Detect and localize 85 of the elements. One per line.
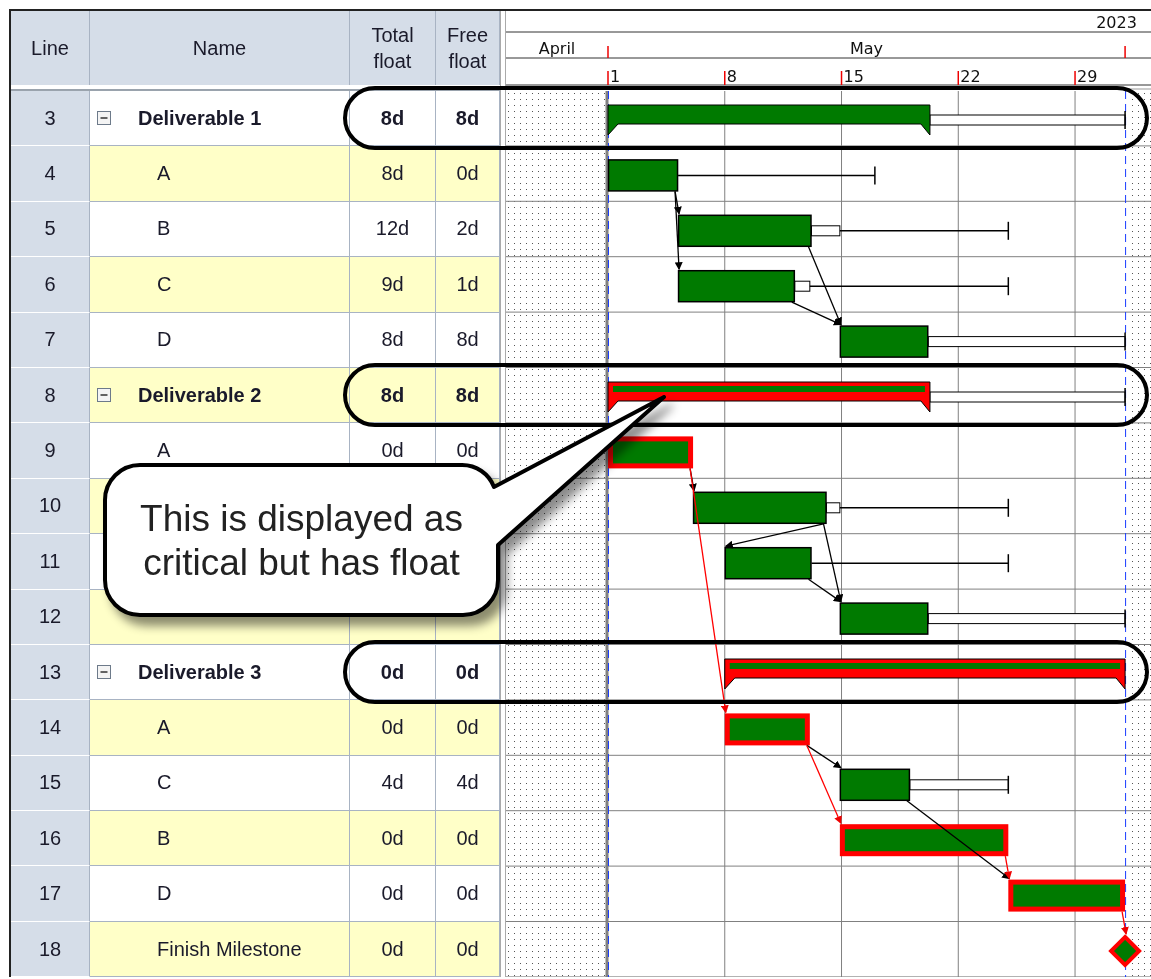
table-cell: 0d (350, 811, 436, 867)
table-cell: 0d (436, 921, 500, 978)
table-cell: 8d (350, 91, 436, 147)
year-label: 2023 (1096, 13, 1137, 32)
day-label: 1 (610, 67, 621, 86)
free-float-bar (811, 225, 841, 237)
table-cell: 12d (350, 201, 436, 258)
table-cell: 0d (436, 644, 500, 701)
task-name: D (157, 328, 172, 352)
table-cell: 0d (350, 866, 436, 922)
day-label: 22 (960, 67, 981, 86)
float-end-tick (1124, 387, 1126, 407)
table-cell: 0d (436, 866, 500, 922)
month-label: April (538, 39, 576, 58)
task-bar[interactable] (608, 436, 694, 469)
line-number: 10 (11, 478, 90, 535)
line-number: 8 (11, 367, 90, 424)
line-number: 14 (11, 700, 90, 756)
collapse-icon[interactable] (97, 665, 111, 680)
task-name: Deliverable 1 (138, 106, 262, 130)
line-number: 6 (11, 257, 90, 313)
free-float-bar (794, 280, 811, 292)
task-bar[interactable] (839, 768, 911, 802)
dependency-arrow (1120, 910, 1129, 935)
column-header[interactable]: Free float (436, 11, 500, 85)
table-cell: 4d (436, 755, 500, 812)
task-name: A (157, 162, 171, 186)
free-float-bar (826, 502, 841, 514)
task-name: D (157, 882, 172, 906)
callout-text: This is displayed as critical but has float (139, 496, 464, 585)
column-header[interactable]: Name (90, 11, 350, 85)
table-cell: 4d (350, 755, 436, 812)
day-label: 8 (726, 67, 737, 86)
task-name: A (157, 716, 171, 739)
line-number: 11 (11, 534, 90, 590)
line-number: 15 (11, 755, 90, 812)
table-cell: 9d (350, 257, 436, 313)
task-name: B (157, 217, 171, 241)
collapse-icon[interactable] (97, 111, 111, 126)
table-cell: 8d (436, 367, 500, 424)
line-number: 18 (11, 921, 90, 978)
line-number: 5 (11, 201, 90, 258)
task-bar[interactable] (724, 546, 812, 580)
table-cell: 0d (436, 811, 500, 867)
line-number: 3 (11, 91, 90, 147)
table-cell: 8d (436, 91, 500, 147)
table-cell: 8d (350, 146, 436, 202)
table-cell: 8d (350, 312, 436, 368)
table-cell: 0d (350, 700, 436, 756)
table-cell: 1d (436, 257, 500, 313)
float-end-tick (1007, 775, 1010, 795)
day-label: 29 (1077, 67, 1098, 86)
float-end-tick (1124, 110, 1126, 130)
table-cell: 2d (436, 201, 500, 258)
month-label: May (850, 39, 884, 58)
line-number: 12 (11, 589, 90, 645)
table-cell: 0d (350, 644, 436, 701)
line-number: 4 (11, 146, 90, 202)
day-label: 15 (843, 67, 864, 86)
column-header[interactable]: Line (11, 11, 90, 85)
float-end-tick (1124, 331, 1126, 352)
summary-bar[interactable] (607, 104, 931, 136)
line-number: 13 (11, 644, 90, 701)
summary-bar[interactable] (607, 381, 931, 413)
task-name: Deliverable 2 (138, 383, 262, 407)
line-number: 9 (11, 423, 90, 479)
task-name: C (157, 771, 172, 795)
line-number: 17 (11, 866, 90, 922)
milestone-marker[interactable] (1108, 934, 1142, 968)
task-name: B (157, 826, 171, 850)
summary-bar[interactable] (724, 658, 1126, 690)
table-cell: 8d (350, 367, 436, 424)
task-name: Deliverable 3 (138, 660, 262, 684)
line-number: 7 (11, 312, 90, 368)
task-bar[interactable] (677, 214, 812, 248)
collapse-icon[interactable] (97, 388, 111, 403)
task-name: A (157, 439, 171, 463)
task-name: Finish Milestone (157, 937, 302, 961)
line-number: 16 (11, 811, 90, 867)
table-cell: 0d (350, 921, 436, 978)
float-end-tick (1124, 608, 1126, 629)
task-bar[interactable] (692, 491, 827, 525)
column-header[interactable]: Total float (350, 11, 436, 85)
task-name: C (157, 272, 172, 296)
task-bar[interactable] (677, 269, 796, 303)
